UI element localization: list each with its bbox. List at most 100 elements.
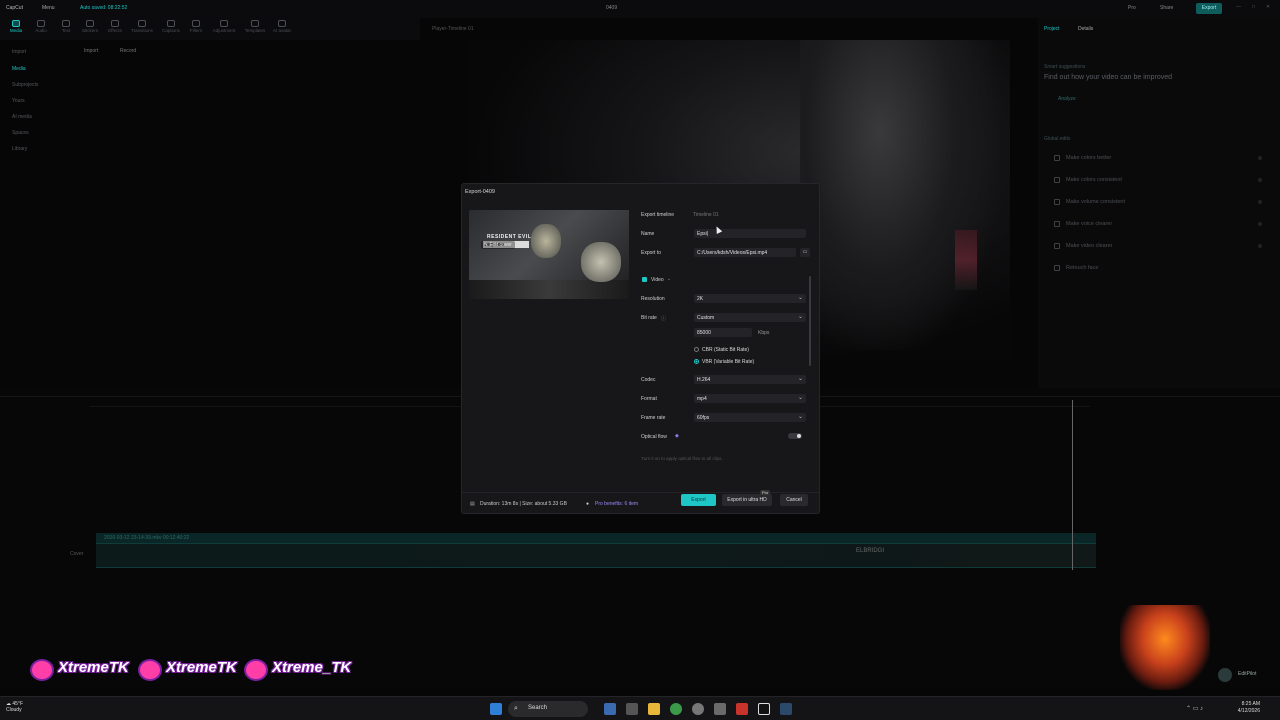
- taskbar-search[interactable]: Search: [508, 701, 588, 717]
- share-button[interactable]: Share: [1160, 5, 1173, 11]
- consistency-icon: [1054, 177, 1060, 183]
- flaming-tent-mascot: [1120, 605, 1210, 690]
- youtube-app-icon[interactable]: [736, 703, 748, 715]
- collapse-icon[interactable]: ⌄: [667, 276, 671, 282]
- resolution-select[interactable]: 2K ⌄: [694, 294, 806, 303]
- pro-benefits-link[interactable]: Pro benefits: 6 item: [595, 501, 638, 507]
- export-path-input[interactable]: C:/Users/kdsh/Videos/Epsi.mp4: [694, 248, 796, 257]
- tool-audio[interactable]: Audio: [29, 20, 53, 33]
- ai-avatar-icon: [278, 20, 286, 27]
- edit-cover-button[interactable]: ✎ Edit cover: [481, 241, 515, 249]
- name-input[interactable]: Epsi|: [694, 229, 806, 238]
- tool-stickers[interactable]: Stickers: [78, 20, 102, 33]
- format-select[interactable]: mp4 ⌄: [694, 394, 806, 403]
- thumb-strip: [469, 280, 629, 299]
- optical-flow-toggle[interactable]: [788, 433, 802, 439]
- film-icon: ▤: [470, 501, 475, 507]
- main-video-clip[interactable]: ELBRIDGI: [96, 543, 1096, 568]
- import-tab[interactable]: Import: [84, 48, 98, 54]
- bitrate-select[interactable]: Custom ⌄: [694, 313, 806, 322]
- pro-circle-icon: ●: [586, 501, 590, 507]
- tool-media[interactable]: Media: [4, 20, 28, 33]
- tool-captions[interactable]: Captions: [159, 20, 183, 33]
- hd-icon: [1054, 243, 1060, 249]
- volume-icon: [1054, 199, 1060, 205]
- export-ultra-hd-button[interactable]: Export in ultra HD: [722, 494, 772, 506]
- clip-label: 2026-03-12 23-14-39.mkv 00:12:40:22: [104, 535, 190, 541]
- optical-flow-label: Optical flow: [641, 434, 667, 440]
- sidebar-item-media[interactable]: Media: [12, 66, 26, 72]
- tray-icons[interactable]: ⌃ ▭ ♪: [1186, 705, 1203, 712]
- playhead[interactable]: [1072, 400, 1073, 570]
- rp-toggle-dot[interactable]: [1258, 200, 1262, 204]
- settings-scrollbar[interactable]: [809, 276, 811, 366]
- framerate-select[interactable]: 60fps ⌄: [694, 413, 806, 422]
- weather-widget[interactable]: ☁ 45°F Cloudy: [6, 701, 23, 713]
- handle-x: XtremeTK: [58, 659, 129, 676]
- record-tab[interactable]: Record: [120, 48, 136, 54]
- preview-neon-light: [955, 230, 977, 290]
- pro-button[interactable]: Pro: [1128, 5, 1136, 11]
- video-checkbox[interactable]: [642, 277, 647, 282]
- app-icon[interactable]: [714, 703, 726, 715]
- chrome-icon[interactable]: [670, 703, 682, 715]
- steam-icon[interactable]: [780, 703, 792, 715]
- task-view-icon[interactable]: [626, 703, 638, 715]
- export-button[interactable]: Export: [681, 494, 716, 506]
- sidebar-item-import[interactable]: Import: [12, 49, 26, 55]
- analyze-button[interactable]: Analyze: [1058, 96, 1076, 102]
- sidebar-item-ai-media[interactable]: AI media: [12, 114, 32, 120]
- info-icon[interactable]: ⓘ: [661, 315, 666, 322]
- tool-effects[interactable]: Effects: [103, 20, 127, 33]
- maximize-icon[interactable]: □: [1252, 4, 1255, 10]
- copilot-icon[interactable]: [604, 703, 616, 715]
- rp-toggle-dot[interactable]: [1258, 156, 1262, 160]
- settings-icon[interactable]: [692, 703, 704, 715]
- rp-item-retouch[interactable]: Retouch face: [1066, 265, 1098, 271]
- rp-toggle-dot[interactable]: [1258, 222, 1262, 226]
- sidebar-item-subprojects[interactable]: Subprojects: [12, 82, 38, 88]
- sidebar-item-library[interactable]: Library: [12, 146, 27, 152]
- player-title: Player-Timeline 01: [432, 26, 474, 32]
- vbr-radio[interactable]: [694, 359, 699, 364]
- codec-select[interactable]: H.264 ⌄: [694, 375, 806, 384]
- close-icon[interactable]: ✕: [1266, 4, 1270, 10]
- taskbar-clock[interactable]: 8:25 AM 4/12/2026: [1228, 701, 1260, 715]
- bitrate-number-input[interactable]: 85000: [694, 328, 752, 337]
- kbps-unit: Kbps: [758, 330, 770, 336]
- tool-transitions[interactable]: Transitions: [130, 20, 154, 33]
- cover-button[interactable]: Cover: [70, 551, 83, 557]
- rp-item-video-clearer[interactable]: Make video clearer: [1066, 243, 1112, 249]
- editpilot-icon[interactable]: [1218, 668, 1232, 682]
- cancel-button[interactable]: Cancel: [780, 494, 808, 506]
- rp-item-colors-better[interactable]: Make colors better: [1066, 155, 1111, 161]
- folder-icon[interactable]: ▭: [800, 248, 810, 257]
- smart-suggestions-heading: Smart suggestions: [1044, 64, 1086, 70]
- capcut-icon[interactable]: [758, 703, 770, 715]
- cover-thumbnail[interactable]: RESIDENT EVIL requiem ✎ Edit cover: [469, 210, 629, 299]
- rp-toggle-dot[interactable]: [1258, 244, 1262, 248]
- rp-item-volume[interactable]: Make volume consistent: [1066, 199, 1125, 205]
- file-explorer-icon[interactable]: [648, 703, 660, 715]
- menu-button[interactable]: Menu: [42, 5, 55, 11]
- rp-toggle-dot[interactable]: [1258, 178, 1262, 182]
- tool-filters[interactable]: Filters: [184, 20, 208, 33]
- tool-text[interactable]: Text: [54, 20, 78, 33]
- editpilot-label[interactable]: EditPilot: [1238, 671, 1256, 677]
- stream-handles-banner: XtremeTK XtremeTK Xtreme_TK: [28, 655, 354, 685]
- tab-details[interactable]: Details: [1078, 26, 1093, 32]
- tool-templates[interactable]: Templates: [243, 20, 267, 33]
- cbr-radio[interactable]: [694, 347, 699, 352]
- twitch-icon: [244, 659, 268, 681]
- sidebar-item-yours[interactable]: Yours: [12, 98, 25, 104]
- clip-header: 2026-03-12 23-14-39.mkv 00:12:40:22: [96, 533, 1096, 543]
- rp-item-voice[interactable]: Make voice clearer: [1066, 221, 1112, 227]
- rp-item-colors-consistent[interactable]: Make colors consistent: [1066, 177, 1122, 183]
- tab-project[interactable]: Project: [1044, 26, 1060, 32]
- windows-start-icon[interactable]: [490, 703, 502, 715]
- minimize-icon[interactable]: —: [1236, 4, 1241, 10]
- sidebar-item-spaces[interactable]: Spaces: [12, 130, 29, 136]
- export-top-button[interactable]: Export: [1196, 3, 1222, 14]
- tool-ai-avatar[interactable]: AI avatar: [270, 20, 294, 33]
- tool-adjustment[interactable]: Adjustment: [212, 20, 236, 33]
